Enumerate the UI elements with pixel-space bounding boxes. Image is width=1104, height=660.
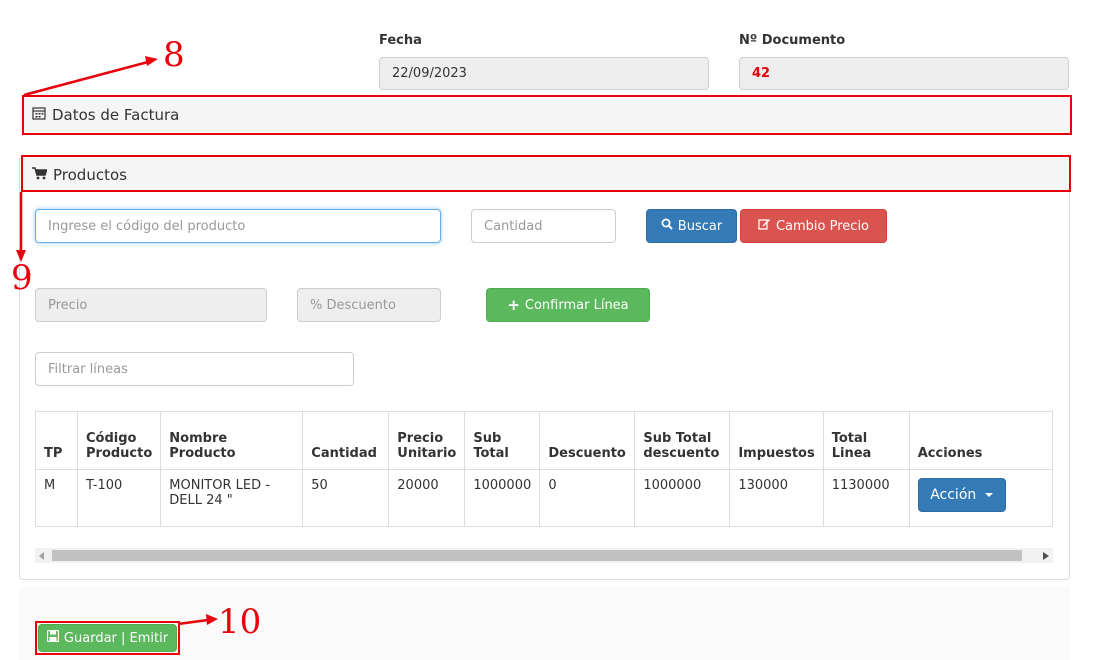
annotation-arrows	[16, 56, 218, 626]
annotation-label-10: 10	[218, 602, 262, 642]
annotation-label-9: 9	[11, 258, 33, 298]
annotation-label-8: 8	[163, 35, 185, 75]
